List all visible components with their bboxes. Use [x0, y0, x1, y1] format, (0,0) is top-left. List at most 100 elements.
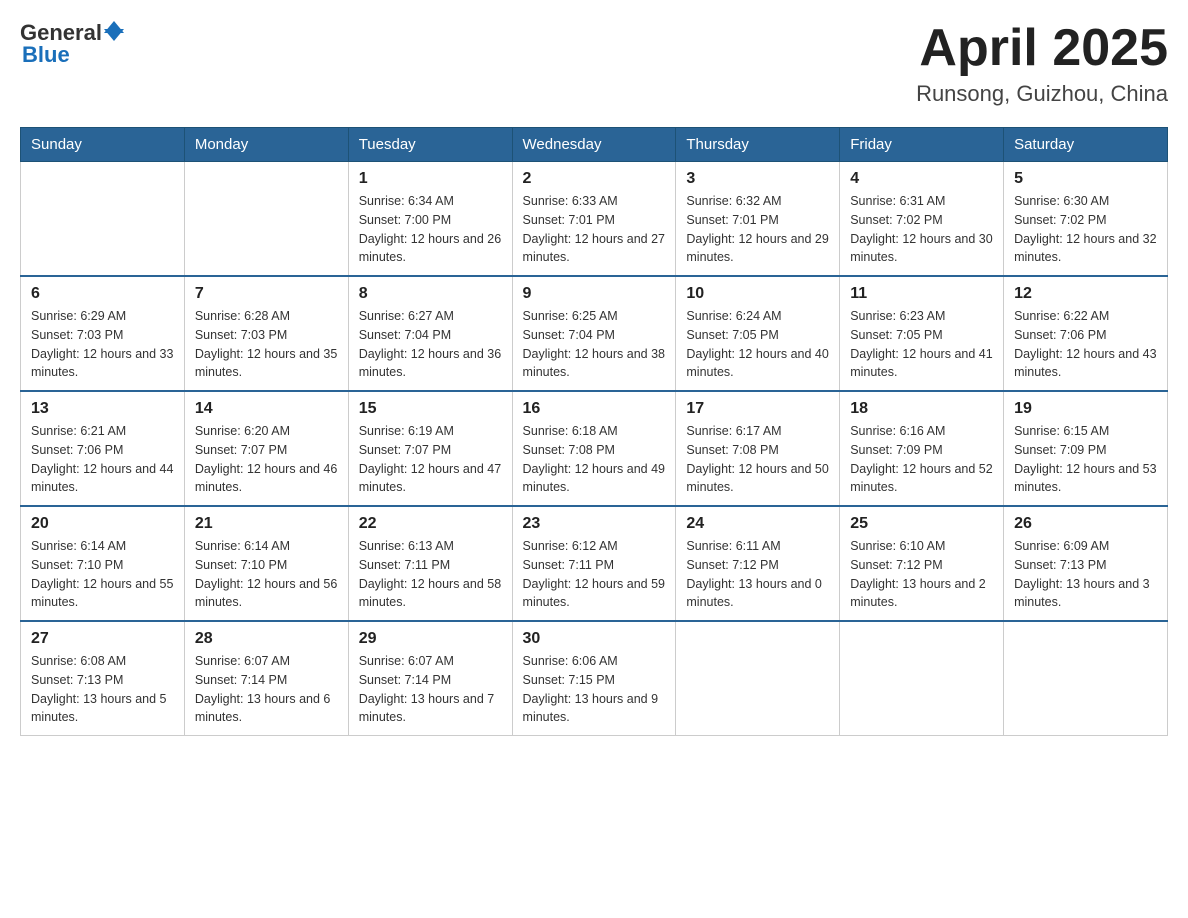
col-tuesday: Tuesday	[348, 128, 512, 162]
calendar-week-row: 1 Sunrise: 6:34 AMSunset: 7:00 PMDaylight…	[21, 162, 1168, 277]
table-row: 30 Sunrise: 6:06 AMSunset: 7:15 PMDayligh…	[512, 621, 676, 736]
col-sunday: Sunday	[21, 128, 185, 162]
day-info: Sunrise: 6:23 AMSunset: 7:05 PMDaylight:…	[850, 307, 993, 382]
day-info: Sunrise: 6:22 AMSunset: 7:06 PMDaylight:…	[1014, 307, 1157, 382]
day-number: 11	[850, 285, 993, 303]
day-info: Sunrise: 6:13 AMSunset: 7:11 PMDaylight:…	[359, 537, 502, 612]
table-row: 23Sunrise: 6:12 AMSunset: 7:11 PMDayligh…	[512, 506, 676, 621]
day-number: 21	[195, 515, 338, 533]
day-number: 9	[523, 285, 666, 303]
table-row	[1004, 621, 1168, 736]
day-info: Sunrise: 6:27 AMSunset: 7:04 PMDaylight:…	[359, 307, 502, 382]
day-info: Sunrise: 6:11 AMSunset: 7:12 PMDaylight:…	[686, 537, 829, 612]
table-row: 4 Sunrise: 6:31 AMSunset: 7:02 PMDaylight…	[840, 162, 1004, 277]
day-info: Sunrise: 6:20 AMSunset: 7:07 PMDaylight:…	[195, 422, 338, 497]
table-row: 14 Sunrise: 6:20 AMSunset: 7:07 PMDayligh…	[184, 391, 348, 506]
calendar-week-row: 20 Sunrise: 6:14 AMSunset: 7:10 PMDayligh…	[21, 506, 1168, 621]
day-info: Sunrise: 6:14 AMSunset: 7:10 PMDaylight:…	[195, 537, 338, 612]
table-row: 19 Sunrise: 6:15 AMSunset: 7:09 PMDayligh…	[1004, 391, 1168, 506]
calendar-week-row: 13Sunrise: 6:21 AMSunset: 7:06 PMDayligh…	[21, 391, 1168, 506]
day-info: Sunrise: 6:19 AMSunset: 7:07 PMDaylight:…	[359, 422, 502, 497]
table-row: 25 Sunrise: 6:10 AMSunset: 7:12 PMDayligh…	[840, 506, 1004, 621]
day-info: Sunrise: 6:10 AMSunset: 7:12 PMDaylight:…	[850, 537, 993, 612]
day-number: 8	[359, 285, 502, 303]
day-number: 19	[1014, 400, 1157, 418]
table-row: 18 Sunrise: 6:16 AMSunset: 7:09 PMDayligh…	[840, 391, 1004, 506]
table-row: 7 Sunrise: 6:28 AMSunset: 7:03 PMDaylight…	[184, 276, 348, 391]
day-number: 5	[1014, 170, 1157, 188]
day-number: 10	[686, 285, 829, 303]
day-number: 29	[359, 630, 502, 648]
day-info: Sunrise: 6:32 AMSunset: 7:01 PMDaylight:…	[686, 192, 829, 267]
day-info: Sunrise: 6:31 AMSunset: 7:02 PMDaylight:…	[850, 192, 993, 267]
table-row: 26 Sunrise: 6:09 AMSunset: 7:13 PMDayligh…	[1004, 506, 1168, 621]
day-number: 7	[195, 285, 338, 303]
table-row: 17 Sunrise: 6:17 AMSunset: 7:08 PMDayligh…	[676, 391, 840, 506]
table-row	[840, 621, 1004, 736]
table-row: 27 Sunrise: 6:08 AMSunset: 7:13 PMDayligh…	[21, 621, 185, 736]
day-number: 20	[31, 515, 174, 533]
day-info: Sunrise: 6:14 AMSunset: 7:10 PMDaylight:…	[31, 537, 174, 612]
day-number: 22	[359, 515, 502, 533]
table-row: 11 Sunrise: 6:23 AMSunset: 7:05 PMDayligh…	[840, 276, 1004, 391]
day-number: 13	[31, 400, 174, 418]
col-monday: Monday	[184, 128, 348, 162]
logo-blue: Blue	[20, 42, 70, 68]
day-number: 26	[1014, 515, 1157, 533]
day-info: Sunrise: 6:06 AMSunset: 7:15 PMDaylight:…	[523, 652, 666, 727]
day-number: 12	[1014, 285, 1157, 303]
table-row: 24Sunrise: 6:11 AMSunset: 7:12 PMDayligh…	[676, 506, 840, 621]
table-row	[21, 162, 185, 277]
day-number: 15	[359, 400, 502, 418]
logo: General Blue	[20, 20, 124, 68]
calendar-header-row: Sunday Monday Tuesday Wednesday Thursday…	[21, 128, 1168, 162]
table-row: 1 Sunrise: 6:34 AMSunset: 7:00 PMDaylight…	[348, 162, 512, 277]
table-row: 28 Sunrise: 6:07 AMSunset: 7:14 PMDayligh…	[184, 621, 348, 736]
day-number: 6	[31, 285, 174, 303]
day-number: 18	[850, 400, 993, 418]
day-info: Sunrise: 6:18 AMSunset: 7:08 PMDaylight:…	[523, 422, 666, 497]
table-row	[676, 621, 840, 736]
table-row: 20 Sunrise: 6:14 AMSunset: 7:10 PMDayligh…	[21, 506, 185, 621]
calendar-week-row: 27 Sunrise: 6:08 AMSunset: 7:13 PMDayligh…	[21, 621, 1168, 736]
day-info: Sunrise: 6:25 AMSunset: 7:04 PMDaylight:…	[523, 307, 666, 382]
day-number: 27	[31, 630, 174, 648]
page-location: Runsong, Guizhou, China	[916, 81, 1168, 107]
page-title: April 2025	[916, 20, 1168, 77]
day-info: Sunrise: 6:29 AMSunset: 7:03 PMDaylight:…	[31, 307, 174, 382]
day-info: Sunrise: 6:28 AMSunset: 7:03 PMDaylight:…	[195, 307, 338, 382]
day-number: 2	[523, 170, 666, 188]
day-number: 30	[523, 630, 666, 648]
col-friday: Friday	[840, 128, 1004, 162]
col-thursday: Thursday	[676, 128, 840, 162]
table-row: 3 Sunrise: 6:32 AMSunset: 7:01 PMDaylight…	[676, 162, 840, 277]
day-info: Sunrise: 6:17 AMSunset: 7:08 PMDaylight:…	[686, 422, 829, 497]
day-info: Sunrise: 6:30 AMSunset: 7:02 PMDaylight:…	[1014, 192, 1157, 267]
day-info: Sunrise: 6:08 AMSunset: 7:13 PMDaylight:…	[31, 652, 174, 727]
day-info: Sunrise: 6:16 AMSunset: 7:09 PMDaylight:…	[850, 422, 993, 497]
day-number: 28	[195, 630, 338, 648]
day-number: 25	[850, 515, 993, 533]
day-number: 1	[359, 170, 502, 188]
calendar-table: Sunday Monday Tuesday Wednesday Thursday…	[20, 127, 1168, 736]
day-number: 4	[850, 170, 993, 188]
calendar-week-row: 6 Sunrise: 6:29 AMSunset: 7:03 PMDaylight…	[21, 276, 1168, 391]
day-number: 23	[523, 515, 666, 533]
day-number: 16	[523, 400, 666, 418]
table-row: 22 Sunrise: 6:13 AMSunset: 7:11 PMDayligh…	[348, 506, 512, 621]
col-wednesday: Wednesday	[512, 128, 676, 162]
day-number: 14	[195, 400, 338, 418]
table-row: 8 Sunrise: 6:27 AMSunset: 7:04 PMDaylight…	[348, 276, 512, 391]
table-row: 21 Sunrise: 6:14 AMSunset: 7:10 PMDayligh…	[184, 506, 348, 621]
day-info: Sunrise: 6:07 AMSunset: 7:14 PMDaylight:…	[359, 652, 502, 727]
day-info: Sunrise: 6:33 AMSunset: 7:01 PMDaylight:…	[523, 192, 666, 267]
day-info: Sunrise: 6:07 AMSunset: 7:14 PMDaylight:…	[195, 652, 338, 727]
day-info: Sunrise: 6:15 AMSunset: 7:09 PMDaylight:…	[1014, 422, 1157, 497]
table-row: 16 Sunrise: 6:18 AMSunset: 7:08 PMDayligh…	[512, 391, 676, 506]
day-number: 17	[686, 400, 829, 418]
day-number: 3	[686, 170, 829, 188]
table-row: 12 Sunrise: 6:22 AMSunset: 7:06 PMDayligh…	[1004, 276, 1168, 391]
day-info: Sunrise: 6:34 AMSunset: 7:00 PMDaylight:…	[359, 192, 502, 267]
table-row: 9 Sunrise: 6:25 AMSunset: 7:04 PMDaylight…	[512, 276, 676, 391]
day-info: Sunrise: 6:09 AMSunset: 7:13 PMDaylight:…	[1014, 537, 1157, 612]
